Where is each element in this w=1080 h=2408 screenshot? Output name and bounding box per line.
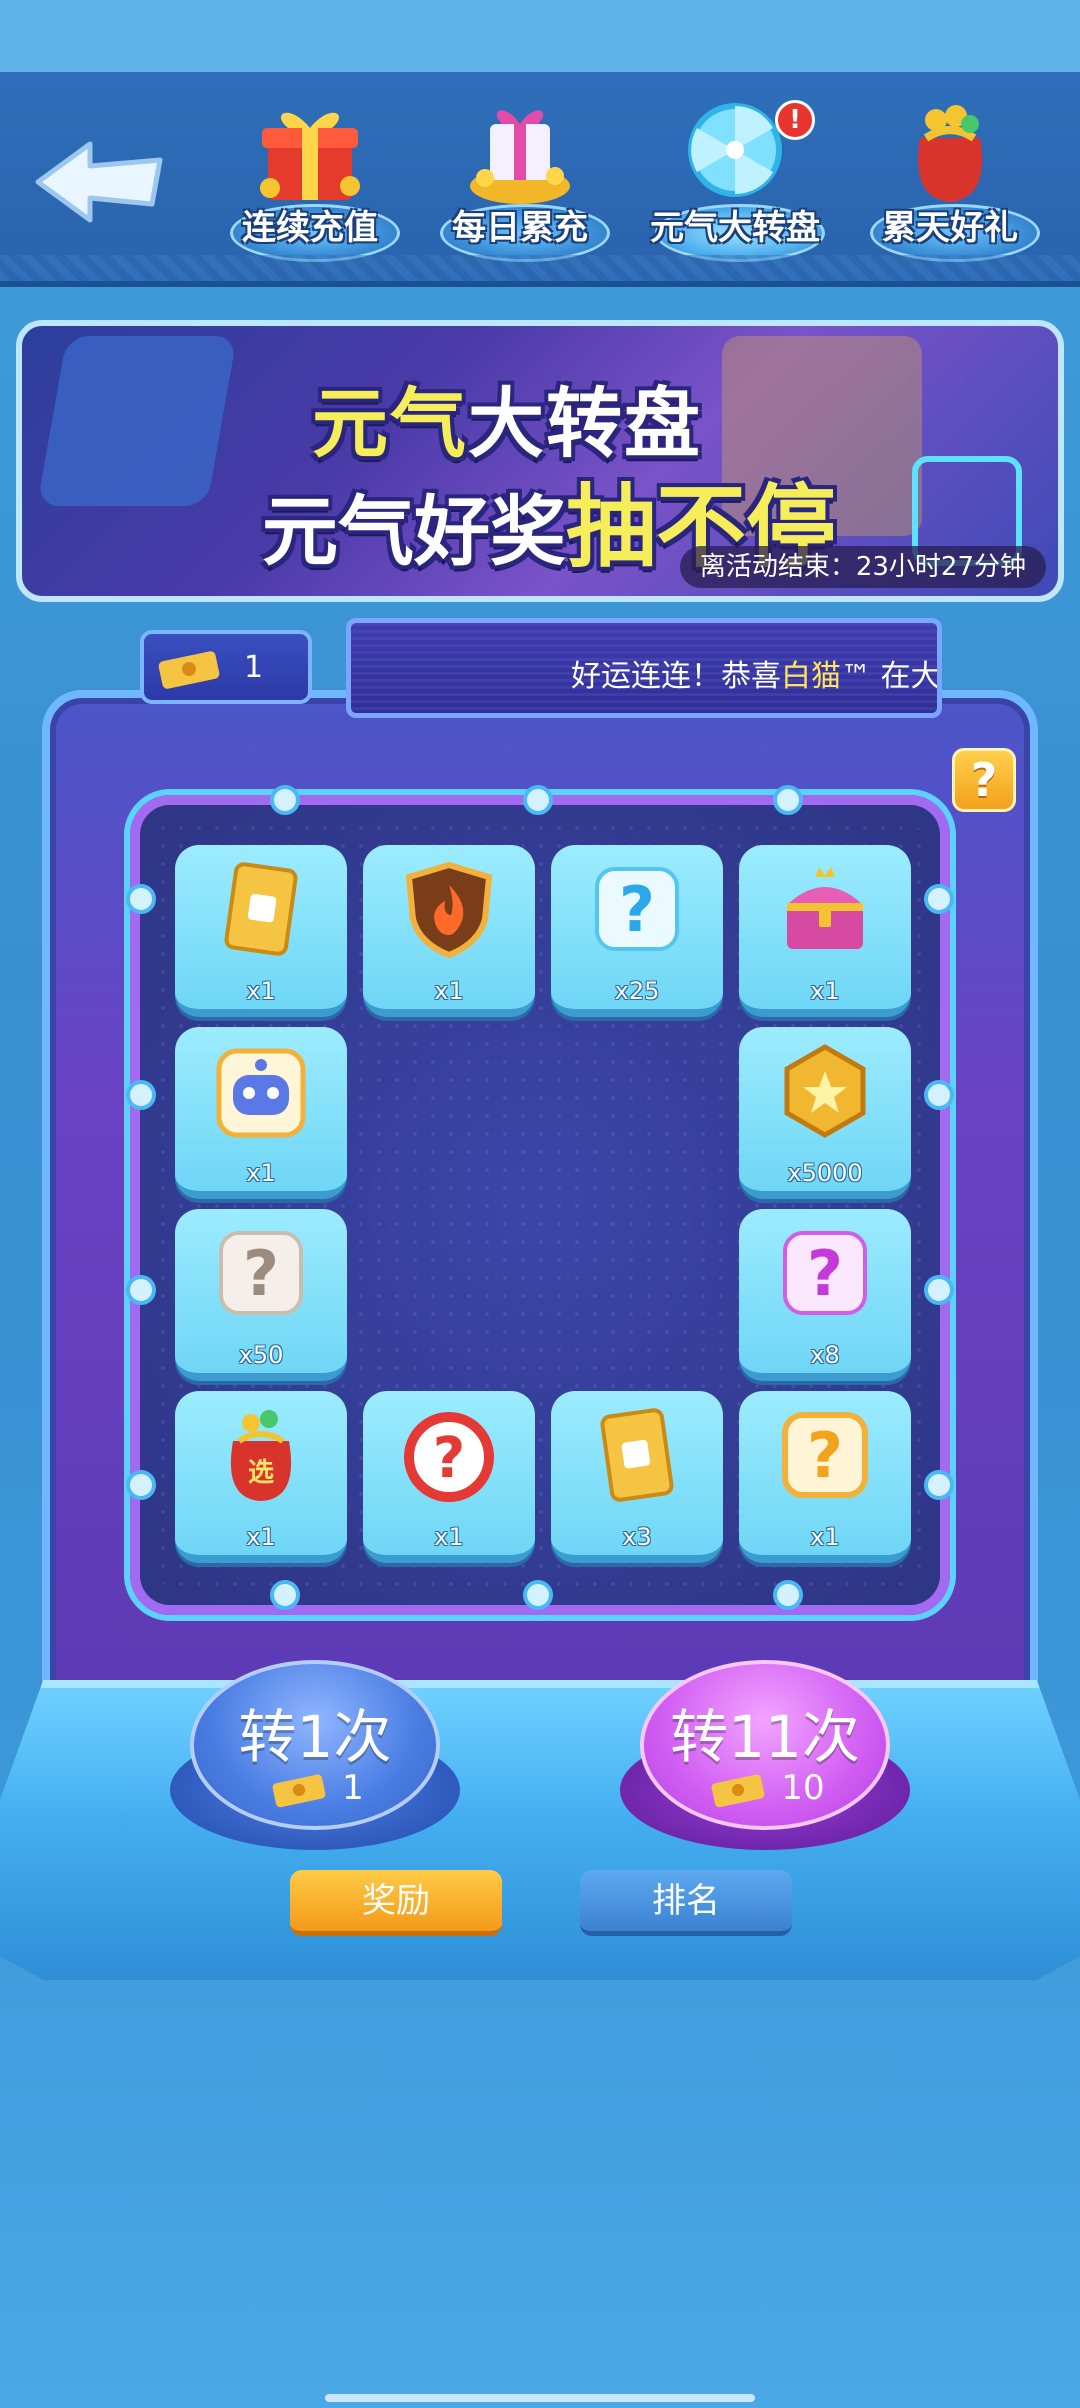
gold-gift-icon <box>470 110 570 204</box>
marquee-winner-name: 白猫 <box>781 659 841 694</box>
prize-cell[interactable]: 选 x1 <box>175 1391 347 1563</box>
prize-cell[interactable]: ? x50 <box>175 1209 347 1381</box>
prize-quantity: x1 <box>246 1523 276 1551</box>
notification-badge: ! <box>775 100 815 140</box>
svg-text:?: ? <box>619 873 655 946</box>
spin-eleven-button[interactable]: 转11次 10 <box>620 1660 910 1860</box>
ticket-count: 1 <box>244 650 264 685</box>
fire-shield-icon <box>405 861 493 959</box>
event-countdown: 离活动结束：23小时27分钟 <box>679 546 1046 588</box>
prize-quantity: x8 <box>810 1341 840 1369</box>
nav-item-cumulative-gift[interactable]: 累天好礼 <box>860 92 1040 272</box>
prize-quantity: x1 <box>434 977 464 1005</box>
svg-text:?: ? <box>433 1426 465 1491</box>
marquee-text: 好运连连！恭喜白猫™ 在大转 <box>571 651 941 695</box>
prize-cell[interactable]: ? x25 <box>551 845 723 1017</box>
nav-label: 连续充值 <box>242 208 378 248</box>
status-bar <box>0 0 1080 72</box>
red-mystery-icon: ? <box>404 1412 494 1502</box>
board-light-dot <box>773 1580 803 1610</box>
lucky-bag-icon <box>918 105 982 202</box>
prize-cell[interactable]: x3 <box>551 1391 723 1563</box>
spin-once-cost: 1 <box>170 1768 460 1810</box>
spin-eleven-cost: 10 <box>620 1768 910 1810</box>
marquee-suffix: ™ 在大转 <box>841 659 941 694</box>
yellow-dice-card-icon <box>600 1408 674 1502</box>
board-light-dot <box>773 785 803 815</box>
banner-subtitle-rest: 元气好奖 <box>262 487 566 576</box>
nav-item-big-wheel[interactable]: ! 元气大转盘 <box>645 92 825 272</box>
board-light-dot <box>126 1470 156 1500</box>
prize-quantity: x5000 <box>787 1159 863 1187</box>
prize-cell[interactable]: ? x8 <box>739 1209 911 1381</box>
spin-once-label: 转1次 <box>238 1703 392 1771</box>
nav-item-daily-recharge[interactable]: 每日累充 <box>430 92 610 272</box>
prize-quantity: x1 <box>434 1523 464 1551</box>
prize-quantity: x3 <box>622 1523 652 1551</box>
cost-value: 1 <box>342 1768 364 1808</box>
event-banner: 元气大转盘 元气好奖抽不停 离活动结束：23小时27分钟 <box>16 320 1064 602</box>
yellow-dice-card-icon <box>224 862 298 956</box>
ticket-icon <box>158 651 220 689</box>
board-light-dot <box>924 1470 954 1500</box>
activity-nav-bar: 连续充值 每日累充 ! 元气大转盘 累天好礼 <box>0 72 1080 287</box>
board-light-dot <box>270 785 300 815</box>
prize-quantity: x1 <box>246 1159 276 1187</box>
board-light-dot <box>270 1580 300 1610</box>
home-indicator[interactable] <box>325 2394 755 2402</box>
marquee-prefix: 好运连连！恭喜 <box>571 659 781 694</box>
back-arrow-icon <box>35 141 163 223</box>
ticket-icon <box>711 1774 765 1807</box>
spin-once-button[interactable]: 转1次 1 <box>170 1660 460 1860</box>
nav-label: 元气大转盘 <box>650 208 820 248</box>
treasure-chest-icon <box>787 867 863 949</box>
lucky-bag-icon: 选 <box>230 1410 292 1501</box>
nav-item-continuous-recharge[interactable]: 连续充值 <box>220 92 400 272</box>
prize-quantity: x50 <box>238 1341 284 1369</box>
robot-avatar-icon <box>216 1048 306 1138</box>
gold-mystery-icon: ? <box>782 1412 868 1498</box>
ticket-icon <box>272 1774 326 1807</box>
white-mystery-icon: ? <box>219 1231 303 1315</box>
prize-cell[interactable]: x1 <box>739 845 911 1017</box>
svg-text:?: ? <box>807 1237 843 1310</box>
prize-cell[interactable]: x5000 <box>739 1027 911 1199</box>
prize-quantity: x1 <box>810 977 840 1005</box>
ticket-counter: 1 <box>140 630 312 704</box>
prize-cell[interactable]: x1 <box>363 845 535 1017</box>
prize-cell[interactable]: ? x1 <box>739 1391 911 1563</box>
board-light-dot <box>523 1580 553 1610</box>
prize-quantity: x1 <box>810 1523 840 1551</box>
prize-cell[interactable]: x1 <box>175 1027 347 1199</box>
board-light-dot <box>924 1275 954 1305</box>
rewards-button[interactable]: 奖励 <box>290 1870 502 1936</box>
winner-marquee: 好运连连！恭喜白猫™ 在大转 <box>346 618 942 718</box>
svg-text:?: ? <box>807 1419 843 1492</box>
board-light-dot <box>126 1275 156 1305</box>
cost-value: 10 <box>781 1768 825 1808</box>
board-light-dot <box>924 1080 954 1110</box>
pink-mystery-icon: ? <box>783 1231 867 1315</box>
svg-text:选: 选 <box>248 1458 274 1488</box>
nav-label: 每日累充 <box>452 208 588 248</box>
help-button[interactable]: ? <box>952 748 1016 812</box>
gift-box-icon <box>260 112 360 200</box>
banner-decoration <box>37 336 237 506</box>
spin-control-panel <box>0 1680 1080 1980</box>
spin-eleven-label: 转11次 <box>670 1703 860 1771</box>
prize-quantity: x25 <box>614 977 660 1005</box>
prize-cell[interactable]: x1 <box>175 845 347 1017</box>
svg-text:?: ? <box>243 1237 279 1310</box>
prize-cell[interactable]: ? x1 <box>363 1391 535 1563</box>
board-light-dot <box>924 884 954 914</box>
prize-quantity: x1 <box>246 977 276 1005</box>
nav-label: 累天好礼 <box>882 208 1018 248</box>
board-light-dot <box>126 884 156 914</box>
ranking-button[interactable]: 排名 <box>580 1870 792 1936</box>
board-light-dot <box>523 785 553 815</box>
back-button[interactable] <box>28 132 168 232</box>
board-light-dot <box>126 1080 156 1110</box>
gold-coin-icon <box>784 1044 866 1138</box>
blue-mystery-icon: ? <box>595 867 679 951</box>
